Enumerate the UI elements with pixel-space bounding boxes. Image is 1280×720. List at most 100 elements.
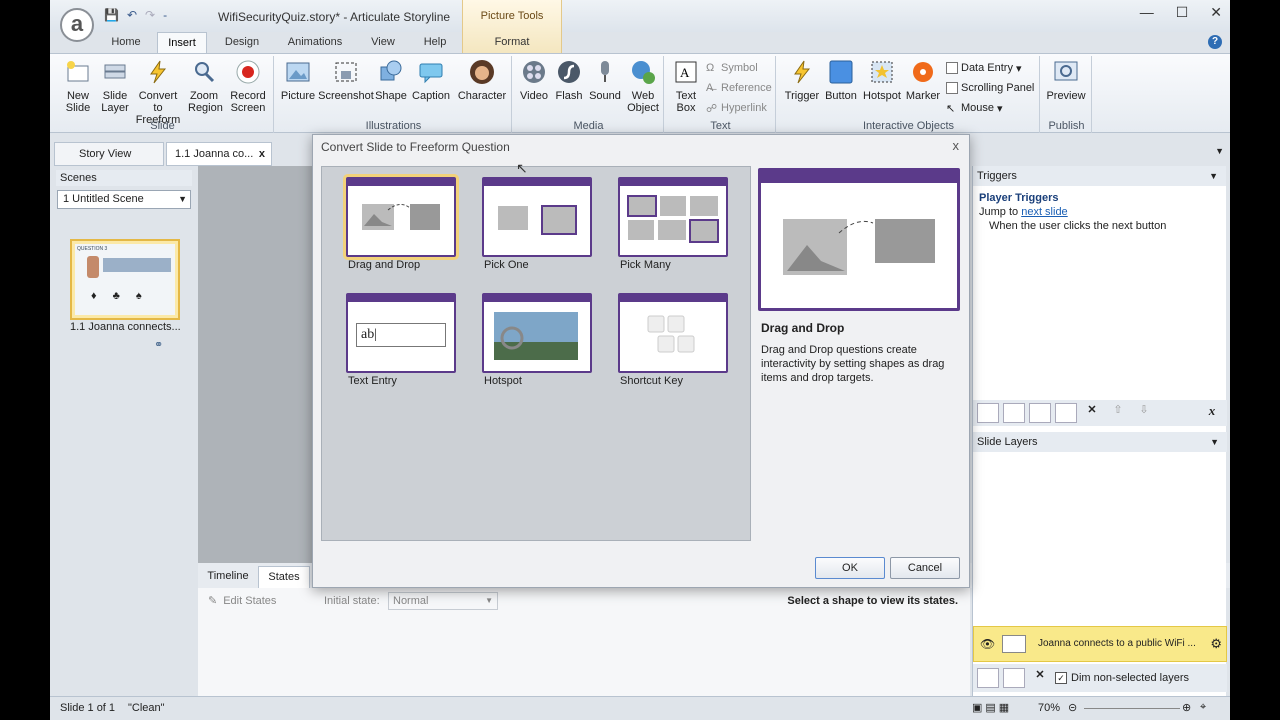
screenshot-button[interactable]: Screenshot xyxy=(318,58,374,102)
symbol-button[interactable]: Ω Symbol xyxy=(706,60,758,76)
tab-help[interactable]: Help xyxy=(414,32,456,54)
scrolling-panel-button[interactable]: Scrolling Panel xyxy=(946,80,1034,96)
triggers-title: Triggers xyxy=(977,170,1017,182)
trigger-button[interactable]: Trigger xyxy=(780,58,824,102)
drag-drop-preview-icon xyxy=(783,219,935,275)
close-window-button[interactable]: ✕ xyxy=(1210,4,1222,21)
tab-current-slide[interactable]: 1.1 Joanna co... x xyxy=(166,142,272,166)
svg-text:A: A xyxy=(680,65,690,80)
symbol-label: Symbol xyxy=(721,62,758,74)
option-label-pick-many: Pick Many xyxy=(620,259,671,271)
character-button[interactable]: Character xyxy=(456,58,508,102)
tab-format[interactable]: Format xyxy=(482,32,542,54)
fit-icon[interactable]: ⌖ xyxy=(1200,701,1206,714)
redo-icon[interactable]: ↷ xyxy=(145,8,155,22)
tab-states[interactable]: States xyxy=(258,566,310,588)
sound-button[interactable]: Sound xyxy=(586,58,624,102)
option-label-shortcut-key: Shortcut Key xyxy=(620,375,683,387)
trigger-row[interactable]: Jump to next slide xyxy=(979,205,1220,219)
shape-button[interactable]: Shape xyxy=(374,58,408,102)
mouse-cursor-icon: ↖ xyxy=(516,160,528,176)
collapse-icon[interactable]: ▼ xyxy=(1209,166,1218,186)
slide-layer-button[interactable]: Slide Layer xyxy=(98,58,132,114)
web-object-button[interactable]: Web Object xyxy=(624,58,662,114)
tab-insert[interactable]: Insert xyxy=(157,32,207,54)
slide-count: Slide 1 of 1 xyxy=(60,702,116,714)
customize-qat-icon[interactable]: ‑ xyxy=(163,8,167,22)
reference-button[interactable]: A̶ Reference xyxy=(706,80,772,96)
move-down-icon[interactable]: ⇩ xyxy=(1133,403,1155,423)
base-layer-row[interactable]: 👁 Joanna connects to a public WiFi ... ⚙ xyxy=(973,626,1227,662)
slide-thumbnail[interactable]: QUESTION 3 ♦♣♠ xyxy=(70,239,180,320)
storyline-logo[interactable]: a xyxy=(60,8,94,42)
convert-to-freeform-button[interactable]: Convert to Freeform xyxy=(132,58,184,126)
tab-timeline[interactable]: Timeline xyxy=(200,566,256,588)
gear-icon[interactable]: ⚙ xyxy=(1210,636,1222,652)
move-up-icon[interactable]: ⇧ xyxy=(1107,403,1129,423)
picture-button[interactable]: Picture xyxy=(278,58,318,102)
publish-group-label: Publish xyxy=(1048,120,1085,132)
tab-story-view[interactable]: Story View xyxy=(54,142,164,166)
new-layer-icon[interactable] xyxy=(977,668,999,688)
dim-checkbox[interactable]: ✓ xyxy=(1055,672,1067,684)
minimize-button[interactable]: — xyxy=(1140,4,1154,21)
preview-button[interactable]: Preview xyxy=(1044,58,1088,102)
copy-trigger-icon[interactable] xyxy=(1029,403,1051,423)
collapse-icon[interactable]: ▼ xyxy=(1210,432,1219,452)
data-entry-button[interactable]: Data Entry ▾ xyxy=(946,60,1022,76)
illustrations-group: Picture Screenshot Shape Caption Charact… xyxy=(276,56,512,133)
eye-icon[interactable]: 👁 xyxy=(980,637,995,651)
hotspot-button[interactable]: Hotspot xyxy=(860,58,904,102)
zoom-slider[interactable] xyxy=(1084,708,1180,709)
dialog-close-button[interactable]: x xyxy=(953,138,960,153)
save-icon[interactable]: 💾 xyxy=(104,8,119,22)
selected-type-preview xyxy=(758,168,960,311)
marker-button[interactable]: Marker xyxy=(904,58,942,102)
flash-button[interactable]: Flash xyxy=(552,58,586,102)
hyperlink-button[interactable]: ☍ Hyperlink xyxy=(706,100,767,116)
option-drag-and-drop[interactable] xyxy=(346,177,456,257)
view-mode-icons[interactable]: ▣▤▦ xyxy=(972,701,1012,714)
variables-icon[interactable]: x xyxy=(1201,403,1223,423)
text-entry-sample: ab| xyxy=(356,323,446,347)
delete-trigger-icon[interactable]: ✕ xyxy=(1081,403,1103,423)
option-shortcut-key[interactable] xyxy=(618,293,728,373)
record-screen-button[interactable]: Record Screen xyxy=(224,58,272,114)
option-pick-many[interactable] xyxy=(618,177,728,257)
zoom-in-icon[interactable]: ⊕ xyxy=(1182,701,1191,714)
new-trigger-icon[interactable] xyxy=(977,403,999,423)
mouse-icon: ↖ xyxy=(946,103,956,115)
tab-home[interactable]: Home xyxy=(102,32,150,54)
option-text-entry[interactable]: ab| xyxy=(346,293,456,373)
delete-layer-icon[interactable]: ✕ xyxy=(1029,668,1051,688)
video-button[interactable]: Video xyxy=(516,58,552,102)
initial-state-select[interactable]: Normal ▼ xyxy=(388,592,498,610)
option-pick-one[interactable] xyxy=(482,177,592,257)
zoom-region-button[interactable]: Zoom Region xyxy=(184,58,224,114)
help-icon[interactable]: ? xyxy=(1208,35,1222,49)
screenshot-label: Screenshot xyxy=(318,90,374,102)
button-button[interactable]: Button xyxy=(822,58,860,102)
context-tab-group-label: Picture Tools xyxy=(480,10,544,22)
maximize-button[interactable]: ☐ xyxy=(1176,4,1189,21)
tab-design[interactable]: Design xyxy=(216,32,268,54)
text-box-button[interactable]: A Text Box xyxy=(670,58,702,114)
mouse-button[interactable]: ↖ Mouse ▾ xyxy=(946,100,1003,116)
close-tab-icon[interactable]: x xyxy=(259,143,265,165)
new-slide-button[interactable]: New Slide xyxy=(58,58,98,114)
ok-button[interactable]: OK xyxy=(815,557,885,579)
trigger-target-link[interactable]: next slide xyxy=(1021,206,1067,218)
edit-states-button[interactable]: ✎ Edit States xyxy=(208,594,276,608)
paste-trigger-icon[interactable] xyxy=(1055,403,1077,423)
tab-dropdown-icon[interactable]: ▼ xyxy=(1215,146,1224,156)
tab-animations[interactable]: Animations xyxy=(278,32,352,54)
scene-dropdown[interactable]: 1 Untitled Scene ▼ xyxy=(57,190,191,209)
edit-trigger-icon[interactable] xyxy=(1003,403,1025,423)
zoom-out-icon[interactable]: ⊝ xyxy=(1068,701,1077,714)
duplicate-layer-icon[interactable] xyxy=(1003,668,1025,688)
caption-button[interactable]: Caption xyxy=(410,58,452,102)
option-hotspot[interactable] xyxy=(482,293,592,373)
tab-view[interactable]: View xyxy=(362,32,404,54)
cancel-button[interactable]: Cancel xyxy=(890,557,960,579)
undo-icon[interactable]: ↶ xyxy=(127,8,137,22)
